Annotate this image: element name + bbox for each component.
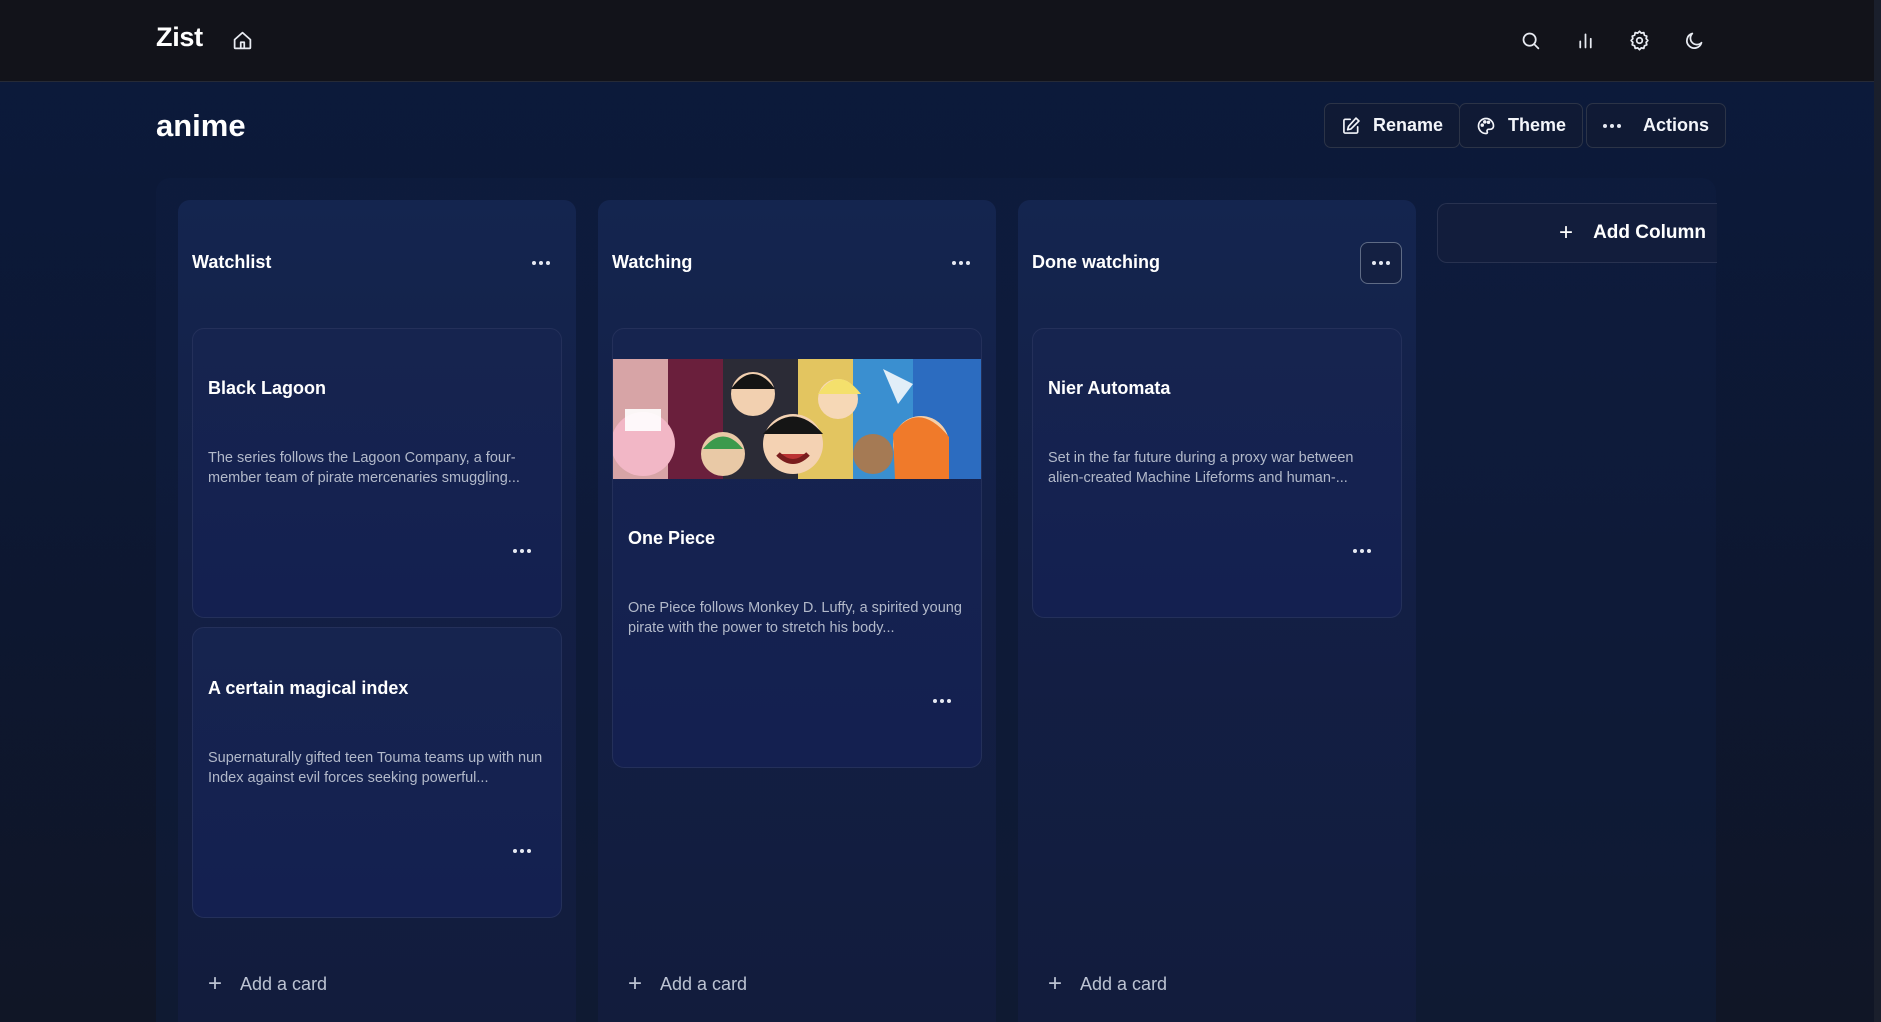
page-title: anime bbox=[156, 108, 246, 143]
palette-icon bbox=[1477, 117, 1495, 134]
card-description: Supernaturally gifted teen Touma teams u… bbox=[208, 750, 543, 786]
card-title: Black Lagoon bbox=[208, 378, 327, 398]
card-black-lagoon[interactable]: Black Lagoon The series follows the Lago… bbox=[192, 328, 562, 618]
plus-icon: + bbox=[628, 970, 643, 997]
card-menu-button[interactable] bbox=[927, 689, 957, 713]
card-menu-button[interactable] bbox=[507, 539, 537, 563]
card-description: Set in the far future during a proxy war… bbox=[1048, 450, 1354, 486]
top-bar: Zist bbox=[0, 0, 1874, 82]
actions-button[interactable]: Actions bbox=[1586, 103, 1727, 148]
card-cover-image bbox=[613, 359, 981, 479]
more-icon bbox=[1372, 261, 1390, 265]
home-icon[interactable] bbox=[227, 25, 257, 55]
column-title: Done watching bbox=[1032, 252, 1161, 272]
more-icon bbox=[952, 261, 970, 265]
plus-icon: + bbox=[1048, 970, 1063, 997]
rename-label: Rename bbox=[1373, 115, 1444, 135]
card-title: One Piece bbox=[628, 528, 716, 548]
add-card-button[interactable]: + Add a card bbox=[1048, 972, 1167, 996]
column-done-watching: Done watching Nier Automata Set in the f… bbox=[1018, 200, 1416, 1022]
add-card-label: Add a card bbox=[240, 973, 328, 994]
card-title: Nier Automata bbox=[1048, 378, 1171, 398]
add-column-button[interactable]: + Add Column bbox=[1437, 203, 1717, 263]
more-icon bbox=[1603, 123, 1621, 128]
more-icon bbox=[532, 261, 550, 265]
card-title: A certain magical index bbox=[208, 678, 409, 698]
card-one-piece[interactable]: One Piece One Piece follows Monkey D. Lu… bbox=[612, 328, 982, 768]
search-icon[interactable] bbox=[1515, 25, 1545, 55]
add-card-label: Add a card bbox=[660, 973, 748, 994]
column-menu-button[interactable] bbox=[520, 242, 562, 284]
actions-label: Actions bbox=[1643, 115, 1710, 135]
plus-icon: + bbox=[1559, 219, 1574, 246]
gear-icon[interactable] bbox=[1624, 25, 1654, 55]
column-watching: Watching One Piece One Piece follows Mon… bbox=[598, 200, 996, 1022]
add-card-button[interactable]: + Add a card bbox=[628, 972, 747, 996]
scrollbar[interactable] bbox=[1874, 0, 1881, 1022]
theme-label: Theme bbox=[1508, 115, 1567, 135]
stats-icon[interactable] bbox=[1570, 25, 1600, 55]
card-menu-button[interactable] bbox=[507, 839, 537, 863]
more-icon bbox=[1353, 549, 1371, 553]
rename-button[interactable]: Rename bbox=[1324, 103, 1461, 148]
more-icon bbox=[513, 849, 531, 853]
add-card-label: Add a card bbox=[1080, 973, 1168, 994]
card-description: The series follows the Lagoon Company, a… bbox=[208, 450, 520, 486]
theme-button[interactable]: Theme bbox=[1459, 103, 1584, 148]
column-menu-button[interactable] bbox=[1360, 242, 1402, 284]
card-menu-button[interactable] bbox=[1347, 539, 1377, 563]
moon-icon[interactable] bbox=[1679, 25, 1709, 55]
brand-logo[interactable]: Zist bbox=[156, 22, 203, 53]
more-icon bbox=[933, 699, 951, 703]
edit-icon bbox=[1343, 116, 1360, 134]
card-description: One Piece follows Monkey D. Luffy, a spi… bbox=[628, 600, 962, 636]
column-title: Watching bbox=[612, 252, 693, 272]
add-card-button[interactable]: + Add a card bbox=[208, 972, 327, 996]
column-watchlist: Watchlist Black Lagoon The series follow… bbox=[178, 200, 576, 1022]
column-menu-button[interactable] bbox=[940, 242, 982, 284]
more-icon bbox=[513, 549, 531, 553]
column-title: Watchlist bbox=[192, 252, 272, 272]
card-a-certain-magical-index[interactable]: A certain magical index Supernaturally g… bbox=[192, 627, 562, 918]
add-column-label: Add Column bbox=[1593, 222, 1706, 243]
plus-icon: + bbox=[208, 970, 223, 997]
card-nier-automata[interactable]: Nier Automata Set in the far future duri… bbox=[1032, 328, 1402, 618]
